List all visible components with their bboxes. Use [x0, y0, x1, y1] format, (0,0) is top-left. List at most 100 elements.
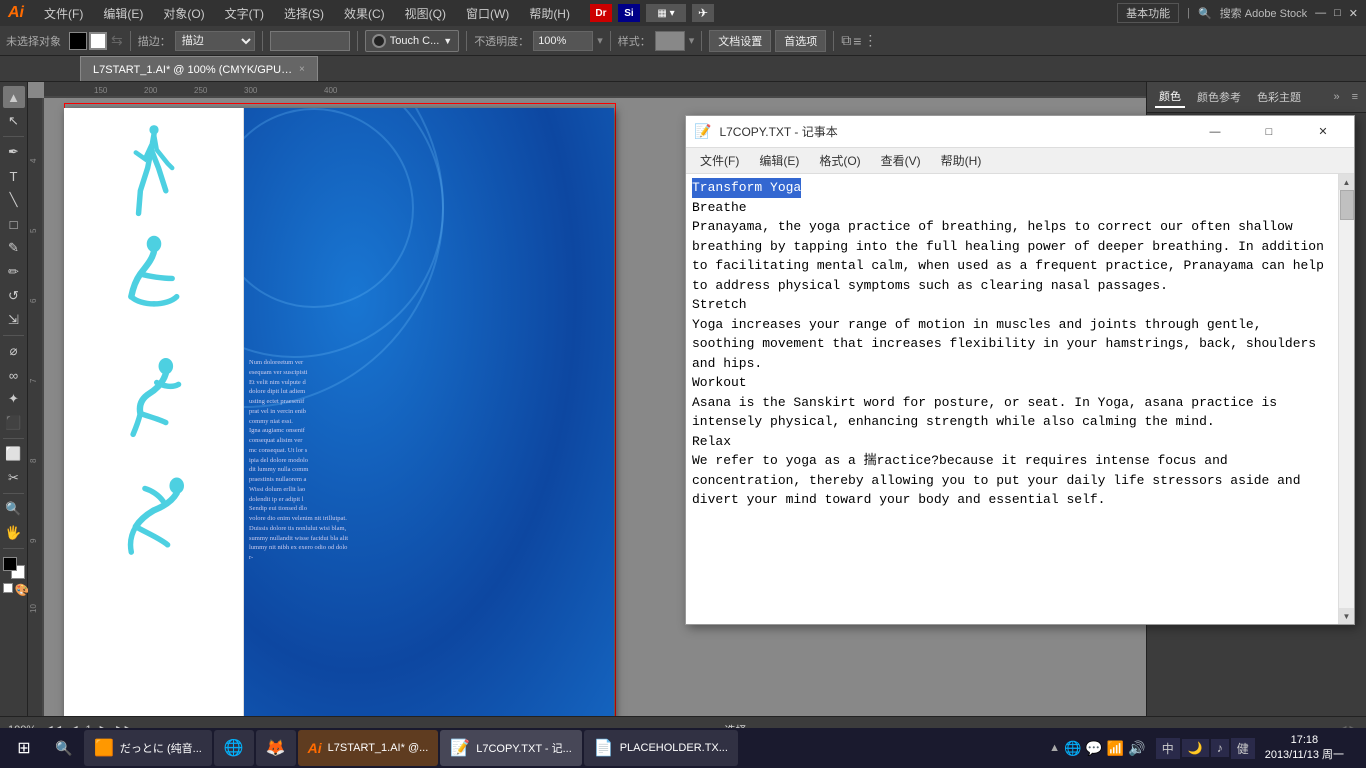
line-tool[interactable]: ╲: [3, 189, 25, 211]
more-icon[interactable]: ⋮: [863, 32, 877, 49]
direct-selection-tool[interactable]: ↖: [3, 110, 25, 132]
swap-colors-icon[interactable]: ⇆: [111, 32, 123, 49]
svg-text:6: 6: [29, 298, 38, 303]
active-tab[interactable]: L7START_1.AI* @ 100% (CMYK/GPU 预览) ×: [80, 56, 318, 81]
doc-settings-btn[interactable]: 文档设置: [709, 30, 771, 52]
np-menu-help[interactable]: 帮助(H): [931, 150, 992, 171]
svg-text:10: 10: [29, 604, 38, 613]
start-button[interactable]: ⊞: [4, 730, 44, 766]
panel-expand-btn[interactable]: »: [1333, 91, 1339, 103]
main-toolbar: 未选择对象 ⇆ 描边： 描边 Touch C... ▼ 不透明度： ▾ 样式： …: [0, 26, 1366, 56]
rotate-tool[interactable]: ↺: [3, 285, 25, 307]
ime-health[interactable]: 健: [1231, 738, 1255, 759]
pen-tool[interactable]: ✒: [3, 141, 25, 163]
panel-menu-btn[interactable]: ≡: [1352, 91, 1358, 103]
np-menu-file[interactable]: 文件(F): [690, 150, 749, 171]
taskbar-ie[interactable]: 🌐: [214, 730, 254, 766]
scroll-down-btn[interactable]: ▼: [1339, 608, 1355, 624]
np-menu-format[interactable]: 格式(O): [809, 150, 870, 171]
opacity-dropdown-icon[interactable]: ▾: [597, 34, 603, 47]
clock[interactable]: 17:18 2013/11/13 周一: [1257, 733, 1352, 764]
notepad-close-btn[interactable]: ✕: [1300, 116, 1346, 148]
close-app-btn[interactable]: ✕: [1349, 7, 1358, 20]
taskbar-notepad[interactable]: 📝 L7COPY.TXT - 记...: [440, 730, 582, 766]
menu-edit[interactable]: 编辑(E): [95, 3, 151, 24]
panel-tab-color[interactable]: 颜色: [1155, 86, 1185, 108]
grid-btn[interactable]: ▦ ▾: [646, 4, 686, 22]
notepad-textarea[interactable]: [686, 174, 1338, 624]
scale-tool[interactable]: ⇲: [3, 309, 25, 331]
align-icon[interactable]: ≡: [853, 33, 861, 49]
warp-tool[interactable]: ⌀: [3, 340, 25, 362]
taskbar-music-app[interactable]: 🟧 だっとに (纯音...: [84, 730, 212, 766]
tray-icon-1[interactable]: 🌐: [1064, 740, 1081, 757]
style-preview[interactable]: [655, 31, 685, 51]
column-graph-tool[interactable]: ⬛: [3, 412, 25, 434]
taskbar: ⊞ 🔍 🟧 だっとに (纯音... 🌐 🦊 Ai L7START_1.AI* @…: [0, 728, 1366, 768]
notepad-scrollbar[interactable]: ▲ ▼: [1338, 174, 1354, 624]
ime-punct[interactable]: ♪: [1211, 739, 1229, 757]
pin-icon[interactable]: ✈: [692, 4, 714, 22]
notepad-title: L7COPY.TXT - 记事本: [719, 123, 1184, 140]
stroke-color[interactable]: [89, 32, 107, 50]
artboard-tool[interactable]: ⬜: [3, 443, 25, 465]
tray-up-icon[interactable]: ▲: [1049, 742, 1060, 754]
touch-dropdown-icon[interactable]: ▼: [443, 36, 452, 46]
hand-tool[interactable]: 🖐: [3, 522, 25, 544]
type-tool[interactable]: T: [3, 165, 25, 187]
panel-tab-color-theme[interactable]: 色彩主题: [1253, 87, 1305, 107]
time-display: 17:18: [1265, 733, 1344, 748]
tray-icon-3[interactable]: 📶: [1107, 740, 1124, 757]
stroke-select[interactable]: 描边: [175, 31, 255, 51]
tray-icon-2[interactable]: 💬: [1085, 740, 1102, 757]
color-btn[interactable]: 🎨: [15, 583, 25, 593]
panel-tab-color-ref[interactable]: 颜色参考: [1193, 87, 1245, 107]
arrange-icon[interactable]: ⧉: [841, 32, 851, 49]
toolbox-color-swatch[interactable]: [3, 557, 25, 579]
menu-window[interactable]: 窗口(W): [458, 3, 517, 24]
taskbar-illustrator[interactable]: Ai L7START_1.AI* @...: [298, 730, 439, 766]
selection-tool[interactable]: ▲: [3, 86, 25, 108]
zoom-tool[interactable]: 🔍: [3, 498, 25, 520]
opacity-input[interactable]: [533, 31, 593, 51]
symbol-tool[interactable]: ✦: [3, 388, 25, 410]
menu-view[interactable]: 视图(Q): [397, 3, 454, 24]
notepad-minimize-btn[interactable]: —: [1192, 116, 1238, 148]
scroll-track[interactable]: [1339, 190, 1355, 608]
touch-btn[interactable]: Touch C... ▼: [365, 30, 459, 52]
pencil-tool[interactable]: ✏: [3, 261, 25, 283]
notepad-maximize-btn[interactable]: □: [1246, 116, 1292, 148]
minimize-btn[interactable]: —: [1315, 7, 1326, 19]
np-menu-view[interactable]: 查看(V): [871, 150, 931, 171]
taskbar-placeholder[interactable]: 📄 PLACEHOLDER.TX...: [584, 730, 738, 766]
scroll-up-btn[interactable]: ▲: [1339, 174, 1355, 190]
preferences-btn[interactable]: 首选项: [775, 30, 826, 52]
scroll-thumb[interactable]: [1340, 190, 1354, 220]
menu-text[interactable]: 文字(T): [217, 3, 272, 24]
style-dropdown-icon[interactable]: ▾: [689, 34, 695, 47]
search-stock-label[interactable]: 搜索 Adobe Stock: [1220, 5, 1307, 21]
taskbar-firefox[interactable]: 🦊: [256, 730, 296, 766]
menu-help[interactable]: 帮助(H): [521, 3, 578, 24]
menu-select[interactable]: 选择(S): [276, 3, 332, 24]
fill-color[interactable]: [69, 32, 87, 50]
slice-tool[interactable]: ✂: [3, 467, 25, 489]
ime-zh[interactable]: 中: [1156, 738, 1180, 759]
basic-features-btn[interactable]: 基本功能: [1117, 3, 1179, 23]
search-button[interactable]: 🔍: [46, 730, 82, 766]
date-display: 2013/11/13 周一: [1265, 748, 1344, 763]
color-fill-box[interactable]: [270, 31, 350, 51]
tab-close-btn[interactable]: ×: [299, 64, 305, 75]
blend-tool[interactable]: ∞: [3, 364, 25, 386]
search-icon: 🔍: [1198, 7, 1212, 20]
np-menu-edit[interactable]: 编辑(E): [749, 150, 809, 171]
tray-icon-4[interactable]: 🔊: [1128, 740, 1145, 757]
rect-tool[interactable]: □: [3, 213, 25, 235]
menu-file[interactable]: 文件(F): [36, 3, 91, 24]
no-fill-btn[interactable]: [3, 583, 13, 593]
ime-moon[interactable]: 🌙: [1182, 739, 1209, 757]
menu-object[interactable]: 对象(O): [155, 3, 212, 24]
maximize-btn[interactable]: □: [1334, 7, 1341, 19]
menu-effect[interactable]: 效果(C): [336, 3, 393, 24]
paintbrush-tool[interactable]: ✎: [3, 237, 25, 259]
